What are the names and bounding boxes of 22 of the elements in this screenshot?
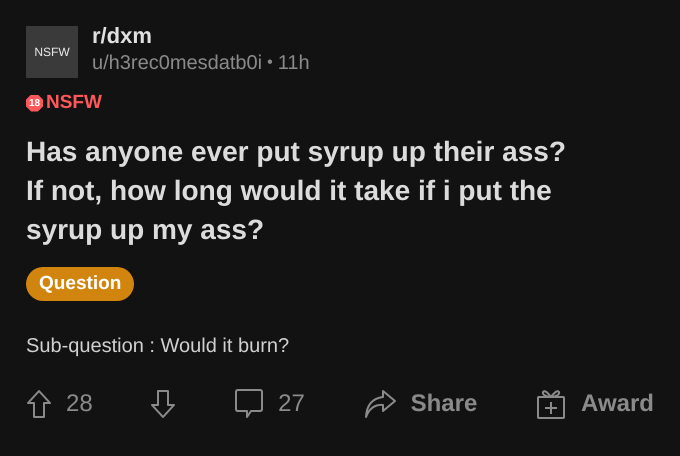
post-age: 11h	[278, 51, 310, 76]
subreddit-avatar[interactable]: NSFW	[26, 26, 78, 78]
author-name[interactable]: u/h3rec0mesdatb0i	[92, 50, 262, 76]
downvote-icon[interactable]	[150, 389, 176, 419]
post-title-line: Has anyone ever put syrup up their ass?	[26, 135, 566, 169]
share-icon	[362, 389, 397, 419]
nsfw-label: NSFW	[46, 92, 102, 114]
subreddit-name[interactable]: r/dxm	[92, 22, 310, 50]
avatar-label: NSFW	[34, 45, 70, 59]
share-button[interactable]: Share	[362, 389, 478, 419]
upvote-icon[interactable]	[26, 389, 52, 419]
gift-icon	[535, 388, 568, 420]
post-title-line: syrup up my ass?	[26, 213, 266, 247]
age-rating-icon: 18	[26, 94, 43, 112]
vote-count: 28	[66, 390, 93, 418]
flair-tag[interactable]: Question	[26, 267, 134, 301]
separator-dot: •	[267, 53, 273, 73]
post-title-line: If not, how long would it take if i put the	[26, 174, 553, 208]
award-button[interactable]: Award	[535, 388, 654, 420]
post-body: Sub-question : Would it burn?	[26, 335, 290, 358]
comment-button[interactable]: 27	[234, 388, 305, 420]
comment-icon	[234, 388, 264, 420]
